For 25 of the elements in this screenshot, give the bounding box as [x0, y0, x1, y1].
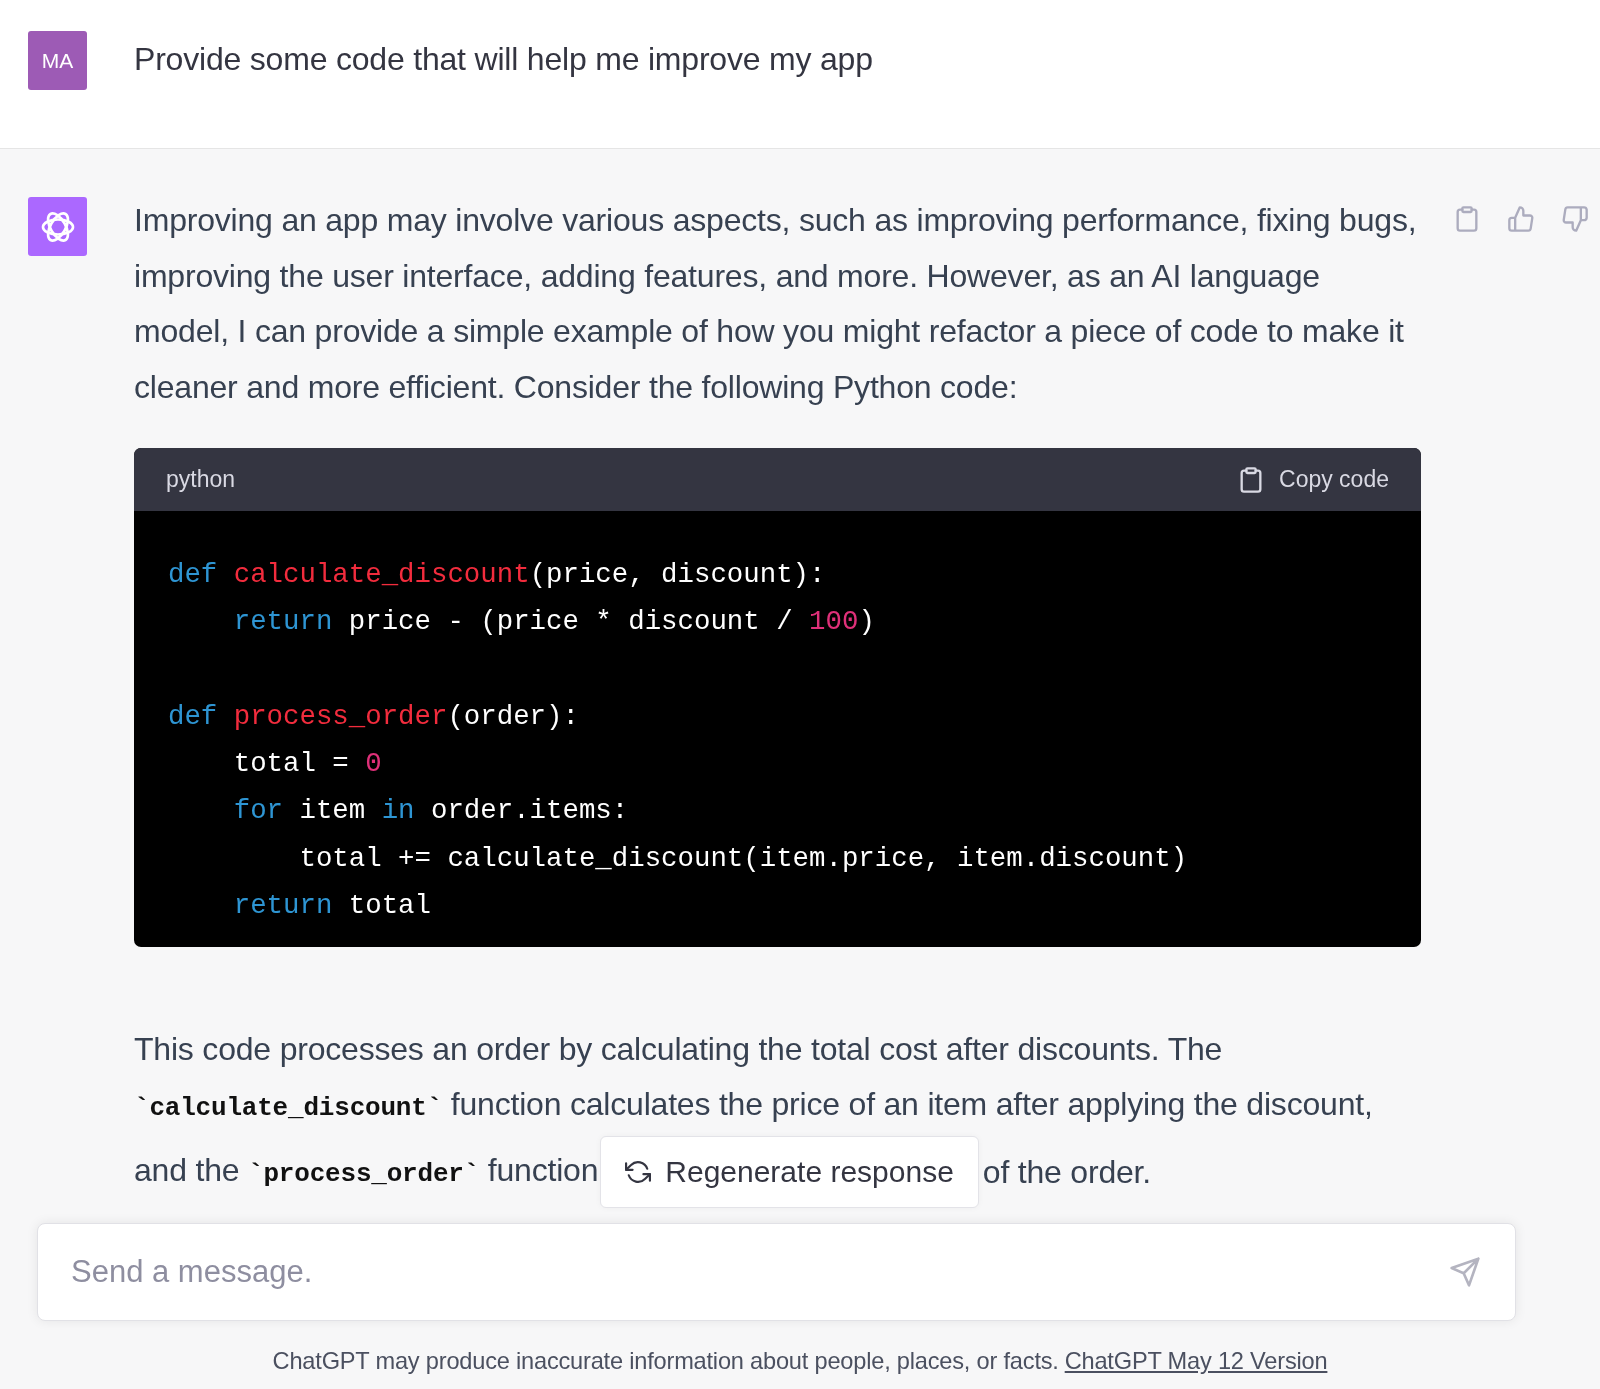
user-avatar: MA: [28, 31, 87, 90]
send-icon[interactable]: [1449, 1256, 1481, 1288]
message-input[interactable]: Send a message.: [37, 1223, 1516, 1321]
response-text-line: of the order.: [982, 1152, 1151, 1192]
code-line: return price - (price * discount / 100): [232, 605, 875, 640]
code-line: for item in order.items:: [232, 794, 629, 829]
message-field[interactable]: Send a message.: [69, 1253, 1449, 1291]
version-link[interactable]: ChatGPT May 12 Version: [1064, 1348, 1328, 1374]
thumbs-up-icon[interactable]: [1507, 205, 1535, 233]
thumbs-down-icon[interactable]: [1561, 205, 1589, 233]
copy-code-button[interactable]: Copy code: [1237, 465, 1389, 494]
response-text-line: and the `process_order` function: [134, 1150, 599, 1191]
language-label: python: [166, 466, 236, 493]
code-line: return total: [232, 889, 431, 924]
code-line: def calculate_discount(price, discount):: [168, 558, 826, 592]
regenerate-button[interactable]: Regenerate response: [600, 1136, 979, 1209]
code-line: total = 0: [232, 747, 382, 782]
response-text-line: This code processes an order by calculating the total cost after discounts. The: [134, 1030, 1223, 1070]
code-line: def process_order(order):: [168, 699, 579, 734]
refresh-icon: [625, 1159, 652, 1186]
code-line: total += calculate_discount(item.price, item.discount): [298, 841, 1188, 876]
disclaimer-text: ChatGPT may produce inaccurate information about people, places, or facts.: [272, 1348, 1059, 1374]
response-text-line: `calculate_discount` function calculates the price of an item after applying the discount,: [134, 1085, 1373, 1126]
response-paragraph: Improving an app may involve various aspects, such as improving performance, fixing bugs, improving the user interface, adding features, and more. However, as an AI language model, I can provide a simple example of how you might refactor a piece of code to make it cleaner and more efficient. Consider the following Python code:: [134, 201, 1418, 407]
user-message: Provide some code that will help me improve my app: [134, 40, 873, 79]
